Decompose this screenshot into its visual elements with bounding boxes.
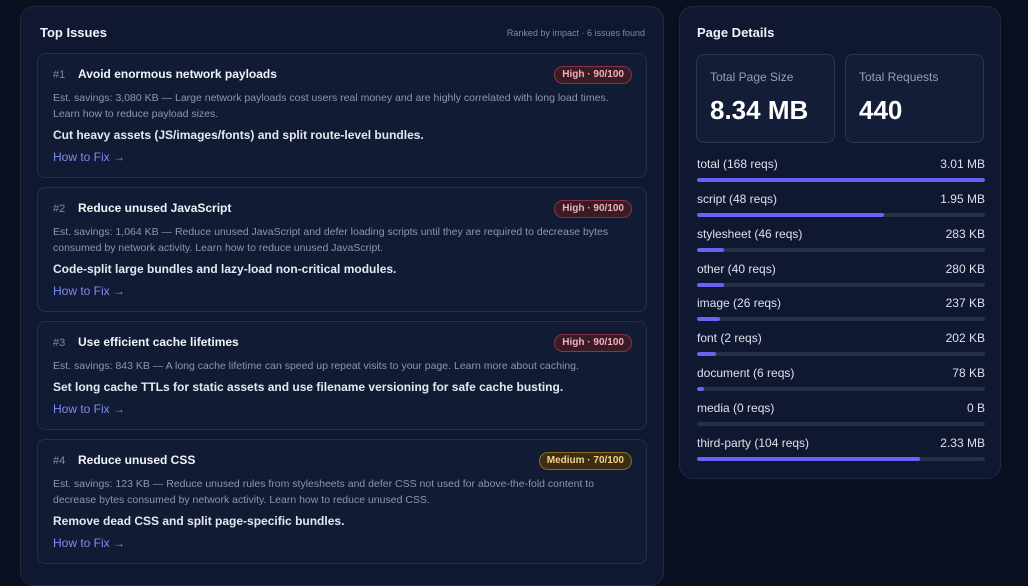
- issue-card-4: #4 Reduce unused CSS Medium · 70/100 Est…: [37, 439, 647, 564]
- resource-bar-fill: [697, 283, 724, 287]
- resource-label: font (2 reqs): [697, 331, 762, 345]
- resource-size: 202 KB: [945, 331, 985, 345]
- resource-bar-fill: [697, 213, 885, 217]
- issue-title: Reduce unused JavaScript: [78, 201, 232, 215]
- issue-fix-summary: Code-split large bundles and lazy-load n…: [53, 262, 397, 276]
- resource-label: document (6 reqs): [697, 366, 795, 380]
- resource-size: 280 KB: [945, 262, 985, 276]
- issue-description: Est. savings: 123 KB — Reduce unused rul…: [53, 478, 595, 506]
- resource-bar-track: [697, 457, 985, 461]
- issue-rank: #2: [53, 203, 66, 215]
- total-requests-label: Total Requests: [859, 70, 939, 84]
- resource-label: stylesheet (46 reqs): [697, 227, 803, 241]
- resource-bar-fill: [697, 248, 725, 252]
- resource-row-script: script (48 reqs) 1.95 MB: [697, 192, 985, 222]
- resource-label: total (168 reqs): [697, 157, 778, 171]
- issues-ranking-meta: Ranked by impact · 6 issues found: [506, 28, 645, 38]
- resource-size: 2.33 MB: [940, 436, 985, 450]
- issue-title: Use efficient cache lifetimes: [78, 335, 239, 349]
- resource-size: 0 B: [966, 401, 985, 415]
- resource-size: 3.01 MB: [940, 157, 985, 171]
- resource-label: other (40 reqs): [697, 262, 776, 276]
- page-details-panel: Page Details Total Page Size 8.34 MB Tot…: [679, 6, 1001, 479]
- resource-bar-track: [697, 387, 985, 391]
- total-page-size-card: Total Page Size 8.34 MB: [696, 54, 835, 143]
- top-issues-panel: Top Issues Ranked by impact · 6 issues f…: [20, 6, 664, 586]
- issue-description: Est. savings: 843 KB — A long cache life…: [53, 360, 579, 372]
- resource-row-total: total (168 reqs) 3.01 MB: [697, 157, 985, 187]
- resource-row-document: document (6 reqs) 78 KB: [697, 366, 985, 396]
- issue-rank: #1: [53, 69, 66, 81]
- resource-label: image (26 reqs): [697, 296, 782, 310]
- resource-bar-fill: [697, 457, 920, 461]
- resource-bar-fill: [697, 317, 720, 321]
- resource-row-font: font (2 reqs) 202 KB: [697, 331, 985, 361]
- resource-row-image: image (26 reqs) 237 KB: [697, 296, 985, 326]
- resource-row-stylesheet: stylesheet (46 reqs) 283 KB: [697, 227, 985, 257]
- issue-card-1: #1 Avoid enormous network payloads High …: [37, 53, 647, 178]
- resource-bar-track: [697, 317, 985, 321]
- total-requests-value: 440: [859, 95, 903, 125]
- issue-fix-summary: Cut heavy assets (JS/images/fonts) and s…: [53, 128, 424, 142]
- how-to-fix-link[interactable]: How to Fix →: [53, 536, 125, 550]
- issue-rank: #4: [53, 455, 66, 467]
- resource-bar-fill: [697, 387, 705, 391]
- issue-description: Est. savings: 1,064 KB — Reduce unused J…: [53, 226, 609, 254]
- issue-fix-summary: Remove dead CSS and split page-specific …: [53, 514, 345, 528]
- how-to-fix-link[interactable]: How to Fix →: [53, 150, 125, 164]
- resource-bar-track: [697, 178, 985, 182]
- severity-badge: High · 90/100: [554, 66, 632, 84]
- resource-bar-track: [697, 422, 985, 426]
- resource-bar-track: [697, 248, 985, 252]
- issue-description: Est. savings: 3,080 KB — Large network p…: [53, 92, 609, 120]
- severity-badge: High · 90/100: [554, 200, 632, 218]
- top-issues-title: Top Issues: [40, 25, 107, 40]
- resource-row-third-party: third-party (104 reqs) 2.33 MB: [697, 436, 985, 466]
- resource-label: media (0 reqs): [697, 401, 775, 415]
- how-to-fix-link[interactable]: How to Fix →: [53, 402, 125, 416]
- issue-card-2: #2 Reduce unused JavaScript High · 90/10…: [37, 187, 647, 312]
- resource-size: 78 KB: [952, 366, 985, 380]
- resource-bar-track: [697, 213, 985, 217]
- resource-label: third-party (104 reqs): [697, 436, 810, 450]
- issue-card-3: #3 Use efficient cache lifetimes High · …: [37, 321, 647, 430]
- total-requests-card: Total Requests 440: [845, 54, 984, 143]
- severity-badge: High · 90/100: [554, 334, 632, 352]
- resource-size: 283 KB: [945, 227, 985, 241]
- resource-size: 237 KB: [945, 296, 985, 310]
- issue-rank: #3: [53, 337, 66, 349]
- issue-fix-summary: Set long cache TTLs for static assets an…: [53, 380, 564, 394]
- total-page-size-label: Total Page Size: [710, 70, 794, 84]
- severity-badge: Medium · 70/100: [538, 452, 632, 470]
- resource-bar-fill: [697, 178, 985, 182]
- resource-bar-track: [697, 352, 985, 356]
- issue-title: Avoid enormous network payloads: [78, 67, 277, 81]
- resource-bar-track: [697, 283, 985, 287]
- resource-size: 1.95 MB: [940, 192, 985, 206]
- resource-bar-fill: [697, 352, 717, 356]
- page-details-title: Page Details: [697, 25, 775, 40]
- resource-row-other: other (40 reqs) 280 KB: [697, 262, 985, 292]
- how-to-fix-link[interactable]: How to Fix →: [53, 284, 125, 298]
- resource-label: script (48 reqs): [697, 192, 778, 206]
- issue-title: Reduce unused CSS: [78, 453, 196, 467]
- total-page-size-value: 8.34 MB: [710, 95, 809, 125]
- resource-row-media: media (0 reqs) 0 B: [697, 401, 985, 431]
